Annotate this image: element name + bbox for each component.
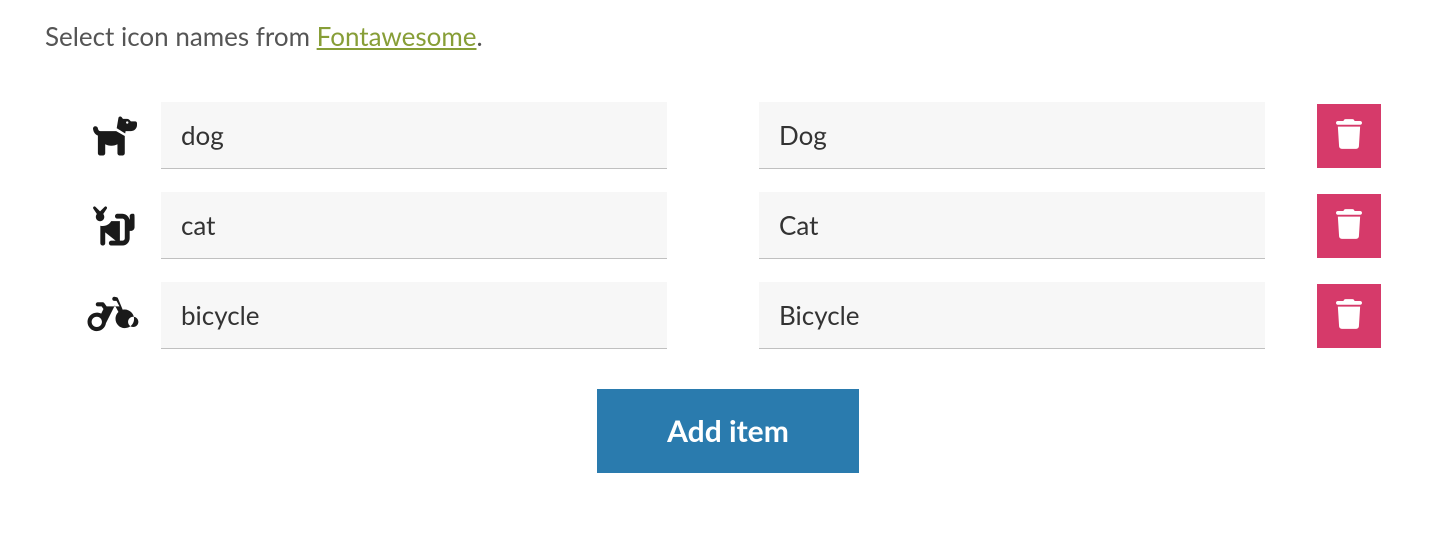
fontawesome-link[interactable]: Fontawesome [317,20,477,52]
icon-label-input[interactable] [759,102,1265,169]
icon-label-input[interactable] [759,192,1265,259]
delete-button[interactable] [1317,104,1381,168]
delete-button[interactable] [1317,194,1381,258]
description-suffix: . [477,20,483,52]
trash-icon [1336,299,1362,332]
description-text: Select icon names from Fontawesome. [45,20,1411,52]
items-list: Add item [45,102,1411,473]
icon-name-input[interactable] [161,192,667,259]
icon-name-input[interactable] [161,102,667,169]
description-prefix: Select icon names from [45,20,317,52]
item-row [75,102,1381,169]
icon-name-input[interactable] [161,282,667,349]
cat-icon [75,204,155,248]
item-row [75,192,1381,259]
dog-icon [75,114,155,158]
item-row [75,282,1381,349]
trash-icon [1336,209,1362,242]
add-item-button[interactable]: Add item [597,389,859,473]
icon-label-input[interactable] [759,282,1265,349]
trash-icon [1336,119,1362,152]
bicycle-icon [75,294,155,338]
delete-button[interactable] [1317,284,1381,348]
